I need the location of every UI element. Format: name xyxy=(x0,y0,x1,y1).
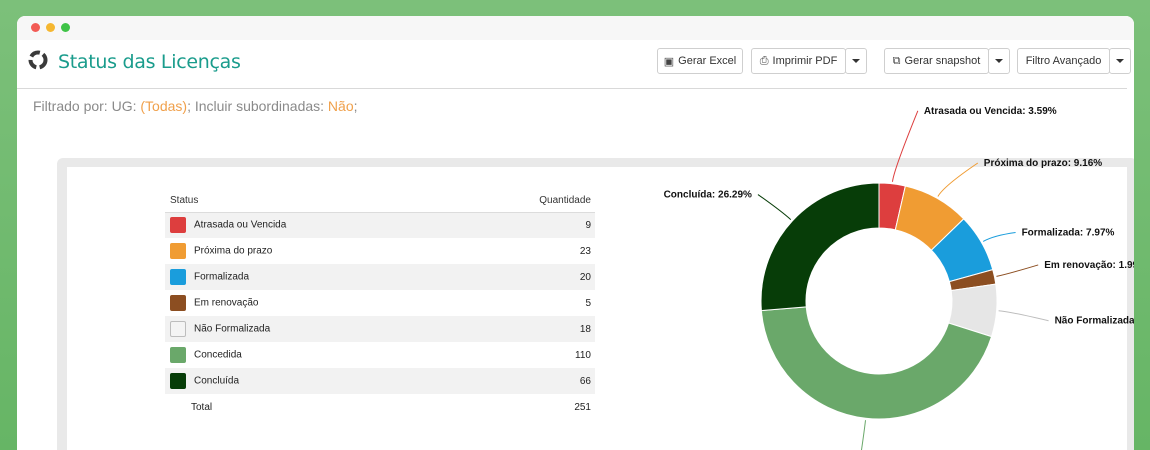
label-connector xyxy=(860,420,867,450)
label-connector xyxy=(757,194,792,221)
label-connector xyxy=(982,231,1016,242)
data-label: Concluída: 26.29% xyxy=(664,190,752,201)
label-connector xyxy=(937,162,979,197)
donut-slice-conclu-da[interactable] xyxy=(760,182,880,312)
data-label: Atrasada ou Vencida: 3.59% xyxy=(924,106,1057,117)
label-connector xyxy=(998,310,1049,322)
label-connector xyxy=(891,110,919,182)
data-label: Próxima do prazo: 9.16% xyxy=(984,158,1102,169)
data-label: Em renovação: 1.99% xyxy=(1044,260,1134,271)
data-label: Não Formalizada: 7. xyxy=(1055,316,1134,327)
app-window: Status das Licenças ▣ Gerar Excel ⎙ Impr… xyxy=(17,16,1134,450)
label-connector xyxy=(996,264,1039,277)
data-label: Formalizada: 7.97% xyxy=(1022,227,1115,238)
status-donut-chart: Atrasada ou Vencida: 3.59% Próxima do pra… xyxy=(664,106,1134,450)
